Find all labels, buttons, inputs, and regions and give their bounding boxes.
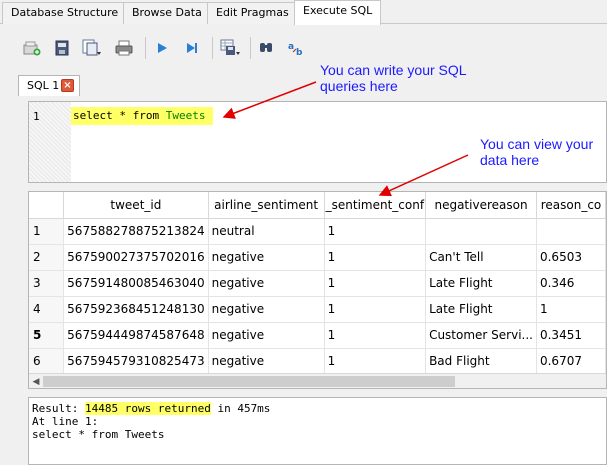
execute-all-icon[interactable]	[152, 38, 172, 58]
row-number: 2	[29, 244, 65, 271]
rows-returned-count: 14485 rows returned	[84, 402, 211, 415]
toolbar-separator	[250, 37, 251, 59]
table-cell[interactable]: 567588278875213824	[63, 218, 209, 245]
table-cell[interactable]: Can't Tell	[425, 244, 537, 271]
tab-label: Execute SQL	[303, 4, 373, 17]
result-duration: in 457ms	[210, 402, 271, 415]
scroll-left-icon[interactable]: ◀	[30, 376, 42, 388]
table-cell[interactable]: negative	[208, 244, 325, 271]
main-tab-bar: Database Structure Browse Data Edit Prag…	[0, 0, 607, 25]
table-cell[interactable]: 0.346	[536, 270, 606, 297]
save-results-icon[interactable]	[220, 38, 240, 58]
results-table: tweet_id airline_sentiment _sentiment_co…	[29, 192, 606, 375]
table-cell[interactable]: 1	[324, 348, 427, 375]
svg-text:a: a	[288, 42, 294, 52]
find-icon[interactable]	[256, 38, 276, 58]
scrollbar-thumb[interactable]	[43, 376, 455, 387]
editor-annotation: You can write your SQL queries here	[320, 62, 467, 94]
table-cell[interactable]: 567594449874587648	[63, 322, 209, 349]
tab-label: Database Structure	[11, 6, 119, 19]
row-number: 6	[29, 348, 65, 375]
save-sql-icon[interactable]	[82, 38, 102, 58]
tab-label: Browse Data	[132, 6, 202, 19]
table-cell[interactable]	[425, 218, 537, 245]
row-number: 4	[29, 296, 65, 323]
column-header-tweet-id[interactable]: tweet_id	[63, 192, 209, 219]
sql-keywords: select * from	[73, 109, 166, 122]
toolbar-separator	[145, 37, 146, 59]
close-icon[interactable]: ×	[61, 79, 74, 92]
table-row[interactable]: 4 567592368451248130 negative 1 Late Fli…	[29, 296, 606, 323]
column-header-sentiment-conf[interactable]: _sentiment_conf	[324, 192, 427, 219]
line-number: 1	[33, 110, 40, 123]
row-number: 5	[29, 322, 65, 349]
table-cell[interactable]: negative	[208, 296, 325, 323]
table-cell[interactable]: 1	[324, 244, 427, 271]
open-tab-icon[interactable]	[22, 38, 42, 58]
table-cell[interactable]: 1	[324, 270, 427, 297]
results-grid[interactable]: tweet_id airline_sentiment _sentiment_co…	[28, 191, 607, 389]
tab-execute-sql[interactable]: Execute SQL	[294, 0, 382, 25]
table-cell[interactable]: 1	[324, 322, 427, 349]
table-cell[interactable]: Late Flight	[425, 270, 537, 297]
execute-line-icon[interactable]	[182, 38, 202, 58]
table-cell[interactable]: negative	[208, 322, 325, 349]
table-cell[interactable]: 1	[324, 218, 427, 245]
tab-edit-pragmas[interactable]: Edit Pragmas	[207, 2, 298, 24]
column-header-reason-conf[interactable]: reason_co	[536, 192, 606, 219]
sql-table-name: Tweets	[165, 109, 206, 122]
table-cell[interactable]: 1	[324, 296, 427, 323]
table-cell[interactable]: 567592368451248130	[63, 296, 209, 323]
result-prefix: Result:	[32, 402, 85, 415]
table-row[interactable]: 2 567590027375702016 negative 1 Can't Te…	[29, 244, 606, 271]
header-row: tweet_id airline_sentiment _sentiment_co…	[29, 192, 606, 219]
tab-sql-1[interactable]: SQL 1 ×	[18, 75, 80, 96]
table-cell[interactable]: Bad Flight	[425, 348, 537, 375]
result-message-pane[interactable]: Result: 14485 rows returned in 457ms At …	[28, 397, 607, 465]
column-header-airline-sentiment[interactable]: airline_sentiment	[208, 192, 325, 219]
horizontal-scrollbar[interactable]: ◀	[29, 373, 606, 388]
tab-database-structure[interactable]: Database Structure	[2, 2, 128, 24]
tab-label: SQL 1	[27, 79, 60, 92]
open-sql-icon[interactable]	[52, 38, 72, 58]
find-replace-icon[interactable]: ab	[286, 38, 306, 58]
table-cell[interactable]	[536, 218, 606, 245]
table-cell[interactable]: Late Flight	[425, 296, 537, 323]
table-row[interactable]: 3 567591480085463040 negative 1 Late Fli…	[29, 270, 606, 297]
sql-toolbar: ab	[0, 25, 607, 70]
table-cell[interactable]: neutral	[208, 218, 325, 245]
column-header-negativereason[interactable]: negativereason	[425, 192, 537, 219]
tab-label: Edit Pragmas	[216, 6, 289, 19]
result-line-info: At line 1:	[32, 415, 99, 428]
table-cell[interactable]: 0.6707	[536, 348, 606, 375]
table-row[interactable]: 6 567594579310825473 negative 1 Bad Flig…	[29, 348, 606, 375]
table-cell[interactable]: negative	[208, 270, 325, 297]
table-cell[interactable]: 0.6503	[536, 244, 606, 271]
svg-text:b: b	[296, 48, 303, 57]
row-number-header	[29, 192, 65, 219]
table-cell[interactable]: negative	[208, 348, 325, 375]
table-cell[interactable]: 567590027375702016	[63, 244, 209, 271]
table-row[interactable]: 1 567588278875213824 neutral 1	[29, 218, 606, 245]
row-number: 3	[29, 270, 65, 297]
grid-annotation: You can view your data here	[480, 136, 594, 168]
table-cell[interactable]: 567591480085463040	[63, 270, 209, 297]
line-number-gutter: 1	[29, 102, 71, 182]
sql-query-line[interactable]: select * from Tweets	[71, 107, 214, 125]
table-cell[interactable]: 1	[536, 296, 606, 323]
row-number: 1	[29, 218, 65, 245]
table-cell[interactable]: 0.3451	[536, 322, 606, 349]
toolbar-separator	[212, 37, 213, 59]
print-icon[interactable]	[114, 38, 134, 58]
result-executed-query: select * from Tweets	[32, 428, 165, 441]
table-row[interactable]: 5 567594449874587648 negative 1 Customer…	[29, 322, 606, 349]
table-cell[interactable]: 567594579310825473	[63, 348, 209, 375]
tab-browse-data[interactable]: Browse Data	[123, 2, 211, 24]
table-cell[interactable]: Customer Servi...	[425, 322, 537, 349]
